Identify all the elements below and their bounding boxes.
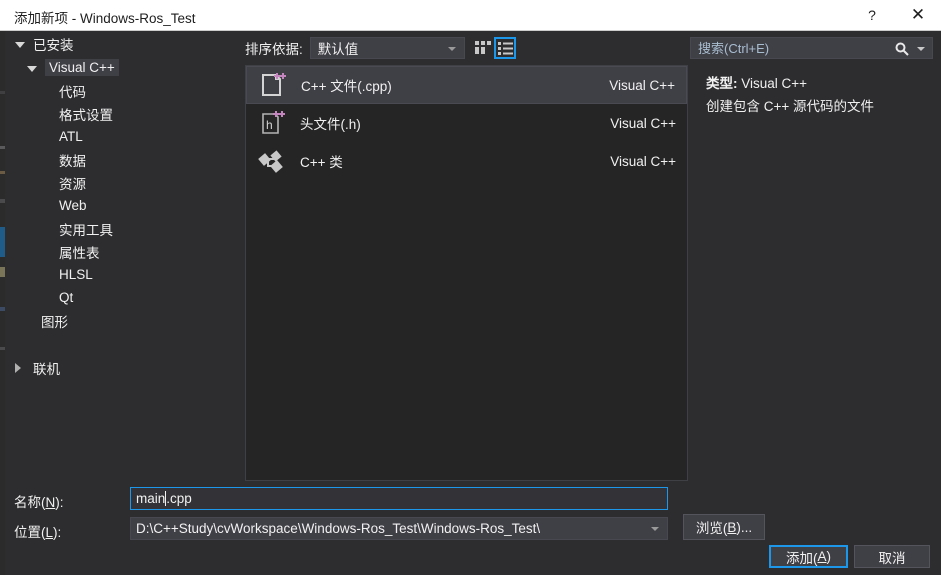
info-type-row: 类型: Visual C++ [706,72,807,92]
add-label-key: A [817,549,827,564]
location-label-post: ): [53,525,62,540]
help-icon[interactable]: ? [849,0,895,30]
search-input[interactable] [698,40,888,56]
sidebar-item-label: 实用工具 [59,222,113,238]
sidebar-item-resource[interactable]: 资源 [5,171,241,194]
list-item[interactable]: h 头文件(.h) Visual C++ [246,104,687,142]
location-label-key: L [45,525,54,540]
sidebar-item-label: 格式设置 [59,107,113,123]
list-item[interactable]: C++ 文件(.cpp) Visual C++ [246,66,687,104]
list-view-button[interactable] [494,37,516,59]
location-input[interactable]: D:\C++Study\cvWorkspace\Windows-Ros_Test… [130,517,668,540]
chevron-down-icon [447,47,456,51]
add-label-post: ) [826,549,832,564]
search-icon [895,42,909,56]
chevron-down-icon [27,65,37,72]
list-item-origin: Visual C++ [610,153,676,169]
tree-root-label: 已安装 [33,37,74,53]
name-input-value-tail: .cpp [166,491,192,506]
sort-by-label: 排序依据: [245,42,303,57]
header-file-icon: h [256,108,286,138]
sidebar-item-utility[interactable]: 实用工具 [5,217,241,240]
sidebar-item-label: Visual C++ [45,59,119,76]
sidebar-item-hlsl[interactable]: HLSL [5,263,241,286]
name-input-value: main [136,491,166,506]
sidebar-item-label: HLSL [59,267,93,282]
list-item[interactable]: C++ 类 Visual C++ [246,142,687,180]
sort-row: 排序依据: 默认值 [245,37,465,59]
sidebar-item-label: 资源 [59,176,86,192]
info-type-value: Visual C++ [741,76,808,91]
sidebar-item-label: Web [59,198,87,213]
location-label-pre: 位置( [14,525,46,540]
list-item-origin: Visual C++ [609,77,675,93]
tiles-view-button[interactable] [472,37,494,59]
name-field-label: 名称(N): [14,491,64,511]
dialog-title: 添加新项 - Windows-Ros_Test [14,11,196,26]
name-label-pre: 名称( [14,495,46,510]
add-label-pre: 添加( [785,550,818,566]
info-type-label: 类型: [706,76,738,91]
location-input-value: D:\C++Study\cvWorkspace\Windows-Ros_Test… [136,521,541,536]
sidebar-item-atl[interactable]: ATL [5,125,241,148]
list-item-label: C++ 类 [300,155,343,170]
sidebar-item-web[interactable]: Web [5,194,241,217]
browse-label-post: )... [736,519,753,535]
location-field-label: 位置(L): [14,521,61,541]
sidebar-item-label: Qt [59,290,74,305]
sidebar-item-property-sheet[interactable]: 属性表 [5,240,241,263]
sidebar-item-label: 属性表 [59,245,100,261]
browse-button[interactable]: 浏览(B)... [683,514,765,540]
tree-root-installed[interactable]: 已安装 [5,31,241,56]
search-box[interactable] [690,37,933,59]
sidebar-item-data[interactable]: 数据 [5,148,241,171]
info-description: 创建包含 C++ 源代码的文件 [706,99,875,114]
cpp-class-icon [256,146,286,176]
sidebar-item-label: ATL [59,129,83,144]
chevron-down-icon [15,41,25,48]
svg-text:h: h [266,118,273,132]
list-item-label: C++ 文件(.cpp) [301,79,392,94]
add-button[interactable]: 添加(A) [769,545,848,568]
cpp-file-icon [257,70,287,100]
sidebar-item-label: 代码 [59,84,86,100]
cancel-button[interactable]: 取消 [854,545,930,568]
sidebar-item-label: 联机 [33,361,60,377]
list-view-icon [497,41,513,55]
chevron-right-icon [15,362,21,373]
chevron-down-icon[interactable] [917,47,925,51]
list-item-label: 头文件(.h) [300,117,361,132]
sidebar-item-qt[interactable]: Qt [5,286,241,309]
tiles-view-icon [475,41,491,54]
sidebar-item-graphics[interactable]: 图形 [5,309,241,332]
category-tree-panel: 已安装 Visual C++ 代码 格式设置 ATL 数据 资源 Web 实用工… [5,31,241,481]
sidebar-item-formatting[interactable]: 格式设置 [5,102,241,125]
browse-label-key: B [727,519,737,535]
sort-by-dropdown[interactable]: 默认值 [309,37,465,59]
close-icon[interactable]: ✕ [895,0,941,30]
sidebar-item-code[interactable]: 代码 [5,79,241,102]
sort-by-value: 默认值 [317,42,359,57]
item-info-panel: 类型: Visual C++ 创建包含 C++ 源代码的文件 [690,65,933,481]
name-label-post: ): [55,495,64,510]
sidebar-item-visual-cpp[interactable]: Visual C++ [5,56,241,79]
list-item-origin: Visual C++ [610,115,676,131]
title-bar: 添加新项 - Windows-Ros_Test ? ✕ [0,0,941,31]
name-label-key: N [45,495,56,510]
browse-label-pre: 浏览( [695,521,728,536]
add-new-item-dialog: 添加新项 - Windows-Ros_Test ? ✕ 已安装 Visual C… [0,0,941,575]
item-template-list[interactable]: C++ 文件(.cpp) Visual C++ h 头文件(.h) Visual… [245,65,688,481]
sidebar-item-label: 图形 [41,314,68,330]
chevron-down-icon[interactable] [651,527,659,531]
sidebar-item-label: 数据 [59,153,86,169]
sidebar-item-online[interactable]: 联机 [5,355,241,380]
name-input[interactable]: main .cpp [130,487,668,510]
